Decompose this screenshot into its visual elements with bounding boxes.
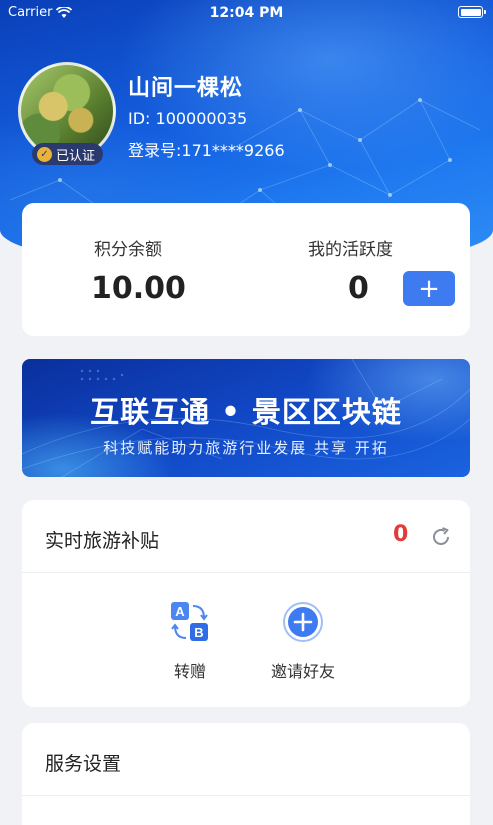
invite-plus-icon bbox=[281, 600, 325, 644]
transfer-label: 转赠 bbox=[173, 662, 206, 681]
verified-badge: ✓ 已认证 bbox=[32, 143, 104, 165]
points-balance-value: 10.00 bbox=[91, 271, 186, 306]
clock: 12:04 PM bbox=[209, 5, 284, 21]
verified-label: 已认证 bbox=[56, 148, 96, 164]
profile-page: Carrier 12:04 PM ✓ 已认证 山间一棵松 ID: 1000000… bbox=[0, 0, 493, 825]
divider bbox=[22, 572, 470, 573]
battery-icon bbox=[458, 6, 486, 18]
transfer-action[interactable]: A B 转赠 bbox=[145, 600, 235, 682]
points-balance-label: 积分余额 bbox=[94, 240, 162, 260]
service-settings-card: 服务设置 bbox=[22, 723, 470, 825]
divider bbox=[22, 795, 470, 796]
user-name: 山间一棵松 bbox=[128, 76, 244, 101]
banner-title: 互联互通 • 景区区块链 bbox=[90, 395, 402, 429]
status-bar: Carrier 12:04 PM bbox=[0, 0, 493, 26]
transfer-ab-icon: A B bbox=[168, 600, 212, 644]
verified-check-icon: ✓ bbox=[37, 146, 52, 162]
points-card: 积分余额 10.00 我的活跃度 0 + bbox=[22, 203, 470, 336]
promo-banner[interactable]: 互联互通 • 景区区块链 科技赋能助力旅游行业发展 共享 开拓 bbox=[22, 359, 470, 477]
activity-label: 我的活跃度 bbox=[308, 240, 393, 260]
refresh-icon[interactable] bbox=[429, 525, 453, 549]
invite-friends-action[interactable]: 邀请好友 bbox=[258, 600, 348, 682]
user-id: ID: 100000035 bbox=[128, 109, 248, 128]
subsidy-card: 实时旅游补贴 0 A B 转赠 邀请好友 bbox=[22, 500, 470, 707]
subsidy-value: 0 bbox=[393, 522, 409, 547]
svg-text:A: A bbox=[175, 604, 185, 619]
add-activity-button[interactable]: + bbox=[403, 271, 455, 306]
activity-value: 0 bbox=[348, 271, 369, 306]
login-number: 登录号:171****9266 bbox=[128, 141, 285, 160]
subsidy-title: 实时旅游补贴 bbox=[45, 530, 160, 552]
banner-subtitle: 科技赋能助力旅游行业发展 共享 开拓 bbox=[103, 439, 389, 457]
service-settings-title: 服务设置 bbox=[45, 753, 122, 775]
svg-text:B: B bbox=[194, 625, 203, 640]
invite-friends-label: 邀请好友 bbox=[270, 662, 335, 681]
